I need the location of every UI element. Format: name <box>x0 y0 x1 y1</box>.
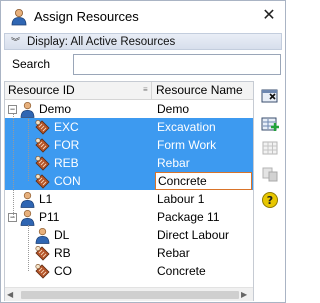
table-row[interactable]: REB Rebar <box>5 154 253 172</box>
resource-tag-icon <box>35 173 50 189</box>
display-filter-bar[interactable]: ︾ Display: All Active Resources <box>4 33 282 50</box>
resource-name-cell[interactable]: Rebar <box>155 244 252 262</box>
resource-tag-icon <box>35 155 50 171</box>
resource-toolbar: ? <box>255 81 285 301</box>
resource-id-cell: P11 <box>39 210 60 224</box>
tree-connector-line <box>28 119 29 181</box>
table-row[interactable]: − P11 Package 11 <box>5 208 253 226</box>
column-header-label: Resource Name <box>156 83 243 97</box>
table-row[interactable]: DL Direct Labour <box>5 226 253 244</box>
resource-name-cell[interactable]: Form Work <box>155 136 252 154</box>
horizontal-scrollbar[interactable]: ◀ ▶ <box>5 287 253 301</box>
display-filter-label: Display: All Active Resources <box>27 36 176 48</box>
resource-grid: Resource ID ≡ Resource Name − Demo Demo EXC… <box>4 81 254 301</box>
project-user-icon <box>20 101 35 118</box>
labour-user-icon <box>35 227 50 244</box>
labour-user-icon <box>20 191 35 208</box>
resource-name-cell[interactable]: Demo <box>155 100 252 118</box>
resource-id-cell: CON <box>54 174 81 188</box>
resource-id-cell: Demo <box>39 102 72 116</box>
expand-toggle[interactable]: − <box>8 105 17 114</box>
help-icon[interactable]: ? <box>259 189 281 211</box>
table-row[interactable]: EXC Excavation <box>5 118 253 136</box>
table-row[interactable]: FOR Form Work <box>5 136 253 154</box>
resource-copy-icon[interactable] <box>259 163 281 185</box>
table-row[interactable]: − Demo Demo <box>5 100 253 118</box>
resource-name-cell[interactable]: Concrete <box>155 262 252 280</box>
resource-tag-icon <box>35 119 50 135</box>
resource-id-cell: EXC <box>54 120 79 134</box>
title-bar: Assign Resources ✕ <box>1 1 285 32</box>
resource-id-cell: FOR <box>54 138 80 152</box>
resource-tag-icon <box>35 137 50 153</box>
table-row[interactable]: CON Concrete <box>5 172 253 190</box>
chevron-down-icon[interactable]: ︾ <box>11 35 20 49</box>
assign-resources-window: Assign Resources ✕ ︾ Display: All Active… <box>0 0 286 303</box>
resource-name-cell[interactable]: Concrete <box>155 172 252 190</box>
scroll-right-icon[interactable]: ▶ <box>241 290 247 299</box>
user-icon <box>11 9 27 26</box>
table-row[interactable]: RB Rebar <box>5 244 253 262</box>
resource-id-cell: L1 <box>39 192 53 206</box>
grid-header: Resource ID ≡ Resource Name <box>5 82 253 100</box>
search-input[interactable] <box>73 54 281 75</box>
grid-options-icon[interactable] <box>259 137 281 159</box>
close-button[interactable]: ✕ <box>258 6 280 26</box>
project-user-icon <box>20 209 35 226</box>
resource-id-cell: CO <box>54 264 72 278</box>
scroll-left-icon[interactable]: ◀ <box>7 290 13 299</box>
tree-connector-line <box>13 114 14 217</box>
window-title: Assign Resources <box>34 9 139 24</box>
table-row[interactable]: L1 Labour 1 <box>5 190 253 208</box>
column-header-label: Resource ID <box>8 83 75 97</box>
resource-name-cell[interactable]: Package 11 <box>155 208 252 226</box>
resource-id-cell: DL <box>54 228 70 242</box>
resource-name-cell[interactable]: Excavation <box>155 118 252 136</box>
table-row[interactable]: CO Concrete <box>5 262 253 280</box>
column-header-resource-id[interactable]: Resource ID <box>5 82 152 100</box>
resource-id-cell: REB <box>54 156 79 170</box>
resource-tag-icon <box>35 245 50 261</box>
resource-name-cell[interactable]: Labour 1 <box>155 190 252 208</box>
resource-tag-icon <box>35 263 50 279</box>
resource-id-cell: RB <box>54 246 71 260</box>
column-filter-icon[interactable]: ≡ <box>143 86 148 94</box>
scrollbar-thumb[interactable] <box>21 291 239 299</box>
add-resource-icon[interactable] <box>259 113 281 135</box>
resource-name-cell[interactable]: Direct Labour <box>155 226 252 244</box>
help-icon-glyph: ? <box>267 194 273 207</box>
search-label: Search <box>12 57 51 71</box>
resource-name-cell[interactable]: Rebar <box>155 154 252 172</box>
remove-resource-icon[interactable] <box>259 85 281 107</box>
column-header-resource-name[interactable]: Resource Name <box>153 82 253 100</box>
tree-connector-line <box>28 225 29 271</box>
